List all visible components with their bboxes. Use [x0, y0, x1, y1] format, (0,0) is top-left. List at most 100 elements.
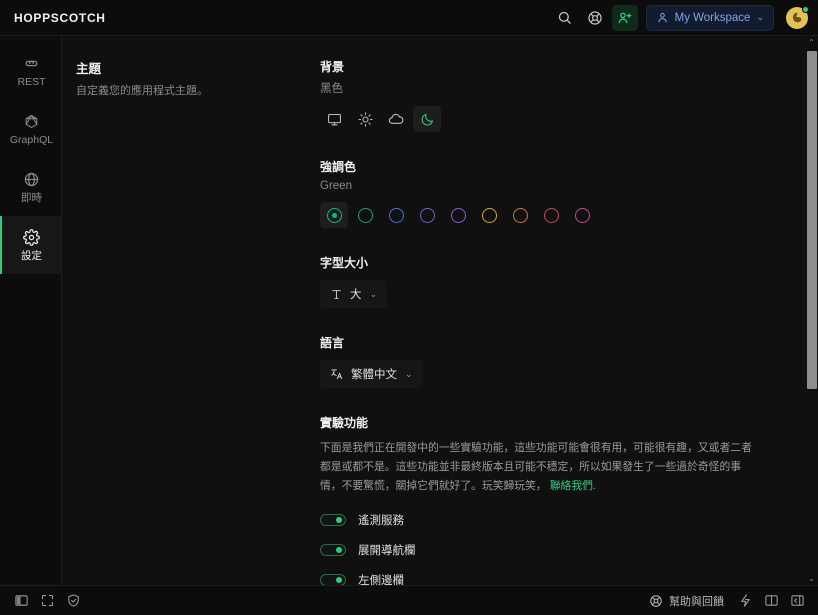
toggle-knob — [336, 577, 342, 583]
accent-color-label: 強調色 — [320, 158, 776, 175]
color-ring — [358, 208, 373, 223]
app-brand: HOPPSCOTCH — [14, 11, 106, 25]
system-theme-icon[interactable] — [320, 106, 348, 132]
accent-yellow[interactable] — [475, 202, 503, 228]
language-value: 繁體中文 — [351, 366, 397, 382]
toggle-switch[interactable] — [320, 544, 346, 556]
color-ring — [420, 208, 435, 223]
accent-pink[interactable] — [568, 202, 596, 228]
workspace-label: My Workspace — [675, 12, 751, 24]
sidebar-item-label: REST — [17, 77, 45, 88]
toggle-label: 左側邊欄 — [358, 572, 404, 585]
experiments-label: 實驗功能 — [320, 414, 776, 431]
experiment-toggle-row[interactable]: 遙測服務 — [320, 512, 776, 528]
shortcuts-lightning-icon[interactable] — [732, 590, 758, 612]
topbar-actions: My Workspace ⌄ — [552, 5, 808, 31]
color-ring — [389, 208, 404, 223]
background-label: 背景 — [320, 58, 776, 75]
search-icon[interactable] — [552, 5, 578, 31]
layout-columns-icon[interactable] — [758, 590, 784, 612]
top-bar: HOPPSCOTCH — [0, 0, 818, 36]
language-label: 語言 — [320, 334, 776, 351]
page-title: 主題 — [76, 58, 300, 77]
page-subtitle: 自定義您的應用程式主題。 — [76, 83, 300, 101]
light-theme-icon[interactable] — [351, 106, 379, 132]
invite-user-icon[interactable] — [612, 5, 638, 31]
support-icon[interactable] — [582, 5, 608, 31]
toggle-switch[interactable] — [320, 514, 346, 526]
expand-view-icon[interactable] — [34, 590, 60, 612]
accent-color-value: Green — [320, 180, 776, 192]
hoppscotch-app: HOPPSCOTCH — [0, 0, 818, 615]
main-region: 主題 自定義您的應用程式主題。 背景 黑色 — [62, 36, 818, 585]
toggle-sidebar-icon[interactable] — [8, 590, 34, 612]
scroll-up-arrow-icon[interactable]: ⌃ — [808, 36, 815, 49]
experiments-description-text: 下面是我們正在開發中的一些實驗功能，這些功能可能會很有用，可能很有趣，又或者二者… — [320, 442, 752, 492]
experiment-toggle-row[interactable]: 左側邊欄 — [320, 572, 776, 585]
workspace-selector[interactable]: My Workspace ⌄ — [646, 5, 774, 31]
sidebar-item-label: 設定 — [21, 251, 42, 262]
experiments-group: 實驗功能 下面是我們正在開發中的一些實驗功能，這些功能可能會很有用，可能很有趣，… — [320, 414, 776, 585]
color-ring — [513, 208, 528, 223]
accent-indigo[interactable] — [413, 202, 441, 228]
selected-dot — [332, 213, 337, 218]
accent-orange[interactable] — [506, 202, 534, 228]
app-body: REST GraphQL 即時 — [0, 36, 818, 585]
accent-color-options — [320, 202, 776, 228]
chevron-down-icon: ⌄ — [370, 289, 378, 300]
black-theme-icon[interactable] — [413, 106, 441, 132]
status-dot — [802, 6, 809, 13]
vertical-scrollbar[interactable]: ⌃ ⌄ — [804, 36, 818, 585]
dark-theme-icon[interactable] — [382, 106, 410, 132]
chevron-down-icon: ⌄ — [756, 12, 764, 23]
help-label: 幫助與回饋 — [669, 593, 724, 609]
toggle-switch[interactable] — [320, 574, 346, 585]
experiments-description: 下面是我們正在開發中的一些實驗功能，這些功能可能會很有用，可能很有趣，又或者二者… — [320, 439, 754, 496]
font-size-dropdown[interactable]: 大 ⌄ — [320, 280, 387, 308]
language-group: 語言 繁體中文 ⌄ — [320, 334, 776, 388]
toggle-label: 展開導航欄 — [358, 542, 416, 558]
color-ring — [544, 208, 559, 223]
primary-sidebar: REST GraphQL 即時 — [0, 36, 62, 585]
status-bar: 幫助與回饋 — [0, 585, 818, 615]
language-dropdown[interactable]: 繁體中文 ⌄ — [320, 360, 423, 388]
help-and-feedback-button[interactable]: 幫助與回饋 — [641, 590, 732, 612]
experiments-description-tail: . — [593, 480, 596, 492]
sidebar-item-graphql[interactable]: GraphQL — [0, 100, 61, 158]
accent-red[interactable] — [537, 202, 565, 228]
font-size-value: 大 — [350, 286, 362, 302]
background-group: 背景 黑色 — [320, 58, 776, 132]
avatar[interactable] — [786, 7, 808, 29]
sidebar-item-realtime[interactable]: 即時 — [0, 158, 61, 216]
contact-us-link[interactable]: 聯絡我們 — [550, 480, 593, 492]
toggle-knob — [336, 547, 342, 553]
sidebar-item-rest[interactable]: REST — [0, 42, 61, 100]
accent-green[interactable] — [320, 202, 348, 228]
accent-teal[interactable] — [351, 202, 379, 228]
font-size-label: 字型大小 — [320, 254, 776, 271]
color-ring — [327, 208, 342, 223]
translate-icon — [330, 367, 344, 381]
experiment-toggle-row[interactable]: 展開導航欄 — [320, 542, 776, 558]
experiment-toggles: 遙測服務展開導航欄左側邊欄專注模式 — [320, 512, 776, 585]
scrollbar-thumb[interactable] — [807, 51, 817, 389]
sidebar-item-settings[interactable]: 設定 — [0, 216, 61, 274]
accent-blue[interactable] — [382, 202, 410, 228]
help-circle-icon — [649, 594, 663, 608]
color-ring — [482, 208, 497, 223]
collapse-panel-icon[interactable] — [784, 590, 810, 612]
background-options — [320, 106, 776, 132]
interceptor-shield-icon[interactable] — [60, 590, 86, 612]
chevron-down-icon: ⌄ — [405, 369, 413, 380]
accent-color-group: 強調色 Green — [320, 158, 776, 228]
scroll-down-arrow-icon[interactable]: ⌄ — [808, 572, 815, 585]
settings-page: 主題 自定義您的應用程式主題。 背景 黑色 — [62, 36, 804, 585]
settings-controls: 背景 黑色 — [320, 58, 804, 585]
sidebar-item-label: 即時 — [21, 193, 42, 204]
toggle-knob — [336, 517, 342, 523]
scrollbar-track[interactable] — [805, 49, 818, 572]
settings-section-header: 主題 自定義您的應用程式主題。 — [62, 58, 320, 585]
accent-purple[interactable] — [444, 202, 472, 228]
sidebar-item-label: GraphQL — [10, 135, 53, 146]
font-size-group: 字型大小 大 ⌄ — [320, 254, 776, 308]
